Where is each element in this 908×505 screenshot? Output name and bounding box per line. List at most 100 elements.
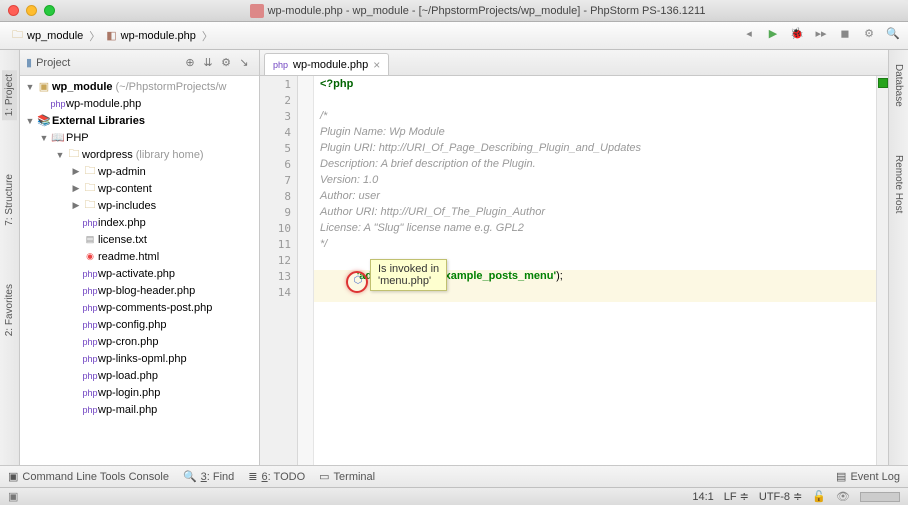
line-gutter[interactable]: 1234567891011121314 — [260, 76, 298, 465]
tree-item[interactable]: phpindex.php — [20, 214, 259, 231]
right-tool-strip: Database Remote Host — [888, 50, 908, 465]
php-file-icon: php — [82, 388, 98, 398]
tree-label: wp-blog-header.php — [98, 285, 195, 297]
close-tab-button[interactable]: × — [373, 58, 380, 72]
project-icon: ▮ — [26, 56, 32, 69]
editor-body[interactable]: 1234567891011121314 <?php /* Plugin Name… — [260, 76, 888, 465]
code-text: ); — [556, 270, 563, 282]
breadcrumb[interactable]: 🗀 wp_module 〉 ◧ wp-module.php 〉 — [6, 24, 221, 47]
tree-item[interactable]: phpwp-links-opml.php — [20, 350, 259, 367]
zoom-window-button[interactable] — [44, 5, 55, 16]
expand-icon[interactable]: ▼ — [38, 133, 50, 143]
settings-gear-icon[interactable]: ⚙ — [217, 56, 235, 69]
hide-button[interactable]: ↘ — [235, 56, 253, 69]
code-text: Plugin Name: Wp Module — [320, 126, 445, 138]
tree-item[interactable]: ▶ 🗀 wp-content — [20, 180, 259, 197]
tree-hint: (~/PhpstormProjects/w — [116, 81, 227, 93]
project-tree[interactable]: ▼ ▣ wp_module (~/PhpstormProjects/w php … — [20, 76, 259, 465]
nav-back-button[interactable]: ◂ — [740, 27, 758, 45]
tree-item[interactable]: ▼ 🗀 wordpress (library home) — [20, 146, 259, 163]
bottom-terminal[interactable]: ▭ Terminal — [319, 470, 375, 483]
txt-file-icon: ▤ — [82, 234, 98, 245]
tree-item[interactable]: phpwp-mail.php — [20, 401, 259, 418]
tree-external-libs[interactable]: ▼ 📚 External Libraries — [20, 112, 259, 129]
php-file-icon: php — [82, 337, 98, 347]
minimize-window-button[interactable] — [26, 5, 37, 16]
project-panel: ▮ Project ⊕ ⇊ ⚙ ↘ ▼ ▣ wp_module (~/Phpst… — [20, 50, 260, 465]
memory-indicator[interactable] — [860, 492, 900, 502]
inspection-icon[interactable]: 👁 — [836, 490, 850, 503]
expand-icon[interactable]: ▶ — [70, 200, 82, 211]
expand-icon[interactable]: ▼ — [24, 82, 36, 92]
tree-item[interactable]: ▤license.txt — [20, 231, 259, 248]
line-separator[interactable]: LF ≑ — [724, 490, 749, 503]
code-text: 'example_posts_menu' — [436, 270, 556, 282]
tree-item[interactable]: ▼ 📖 PHP — [20, 129, 259, 146]
tab-structure[interactable]: 7: Structure — [2, 170, 17, 230]
tree-item[interactable]: phpwp-comments-post.php — [20, 299, 259, 316]
module-icon: ▣ — [36, 80, 52, 93]
editor-area: php wp-module.php × 1234567891011121314 … — [260, 50, 888, 465]
bottom-cmdline[interactable]: ▣ Command Line Tools Console — [8, 470, 169, 483]
tree-label: External Libraries — [52, 115, 145, 127]
tree-item[interactable]: phpwp-activate.php — [20, 265, 259, 282]
tab-database[interactable]: Database — [891, 60, 906, 111]
expand-icon[interactable]: ▼ — [54, 150, 66, 160]
tree-item[interactable]: ▶ 🗀 wp-admin — [20, 163, 259, 180]
expand-icon[interactable]: ▶ — [70, 183, 82, 194]
php-file-icon: php — [50, 99, 66, 109]
titlebar: wp-module.php - wp_module - [~/PhpstormP… — [0, 0, 908, 22]
log-icon: ▤ — [836, 470, 846, 483]
code-text: Author URI: http://URI_Of_The_Plugin_Aut… — [320, 206, 545, 218]
run-button[interactable]: ▶ — [764, 27, 782, 45]
bottom-find[interactable]: 🔍 3: Find — [183, 470, 234, 483]
label: Terminal — [334, 471, 376, 483]
library-icon: 📖 — [50, 131, 66, 144]
tab-project[interactable]: 1: Project — [2, 70, 17, 120]
tree-item[interactable]: phpwp-cron.php — [20, 333, 259, 350]
expand-icon[interactable]: ▼ — [24, 116, 36, 126]
expand-icon[interactable]: ▶ — [70, 166, 82, 177]
cursor-position[interactable]: 14:1 — [692, 491, 713, 503]
breadcrumb-file: wp-module.php — [121, 30, 196, 42]
collapse-all-button[interactable]: ⇊ — [199, 56, 217, 69]
tree-item[interactable]: ▶ 🗀 wp-includes — [20, 197, 259, 214]
tooltip-line: Is invoked in — [378, 263, 439, 275]
tab-remote-host[interactable]: Remote Host — [891, 151, 906, 217]
encoding[interactable]: UTF-8 ≑ — [759, 490, 802, 503]
tree-label: wp-config.php — [98, 319, 167, 331]
tree-label: wp-activate.php — [98, 268, 175, 280]
bottom-eventlog[interactable]: ▤ Event Log — [836, 470, 900, 483]
invoke-marker-icon[interactable]: ⬡ — [351, 275, 365, 289]
tree-item[interactable]: phpwp-blog-header.php — [20, 282, 259, 299]
close-window-button[interactable] — [8, 5, 19, 16]
debug-button[interactable]: 🐞 — [788, 27, 806, 45]
error-stripe[interactable] — [876, 76, 888, 465]
search-button[interactable]: 🔍 — [884, 27, 902, 45]
bottom-todo[interactable]: ≣ 6: TODO — [248, 470, 305, 483]
terminal-icon: ▭ — [319, 470, 329, 483]
code-area[interactable]: <?php /* Plugin Name: Wp Module Plugin U… — [314, 76, 876, 465]
tree-root[interactable]: ▼ ▣ wp_module (~/PhpstormProjects/w — [20, 78, 259, 95]
readonly-toggle[interactable]: 🔓 — [812, 490, 826, 503]
tree-item[interactable]: phpwp-config.php — [20, 316, 259, 333]
scroll-from-source-button[interactable]: ⊕ — [181, 56, 199, 69]
chevron-right-icon: 〉 — [200, 28, 215, 44]
php-file-icon: php — [82, 354, 98, 364]
run-config-button[interactable]: ▸▸ — [812, 27, 830, 45]
label: 3: Find — [201, 471, 235, 483]
tab-favorites[interactable]: 2: Favorites — [2, 280, 17, 340]
editor-tab[interactable]: php wp-module.php × — [264, 53, 389, 75]
stop-button[interactable]: ◼ — [836, 27, 854, 45]
tool-windows-button[interactable]: ▣ — [8, 490, 18, 503]
tree-item[interactable]: phpwp-login.php — [20, 384, 259, 401]
bottom-tool-bar: ▣ Command Line Tools Console 🔍 3: Find ≣… — [0, 465, 908, 487]
settings-button[interactable]: ⚙ — [860, 27, 878, 45]
tree-item[interactable]: phpwp-load.php — [20, 367, 259, 384]
tree-item[interactable]: php wp-module.php — [20, 95, 259, 112]
search-icon: 🔍 — [183, 470, 197, 483]
left-tool-strip: 1: Project 7: Structure 2: Favorites — [0, 50, 20, 465]
gutter-marks[interactable] — [298, 76, 314, 465]
project-panel-header: ▮ Project ⊕ ⇊ ⚙ ↘ — [20, 50, 259, 76]
tree-item[interactable]: ◉readme.html — [20, 248, 259, 265]
